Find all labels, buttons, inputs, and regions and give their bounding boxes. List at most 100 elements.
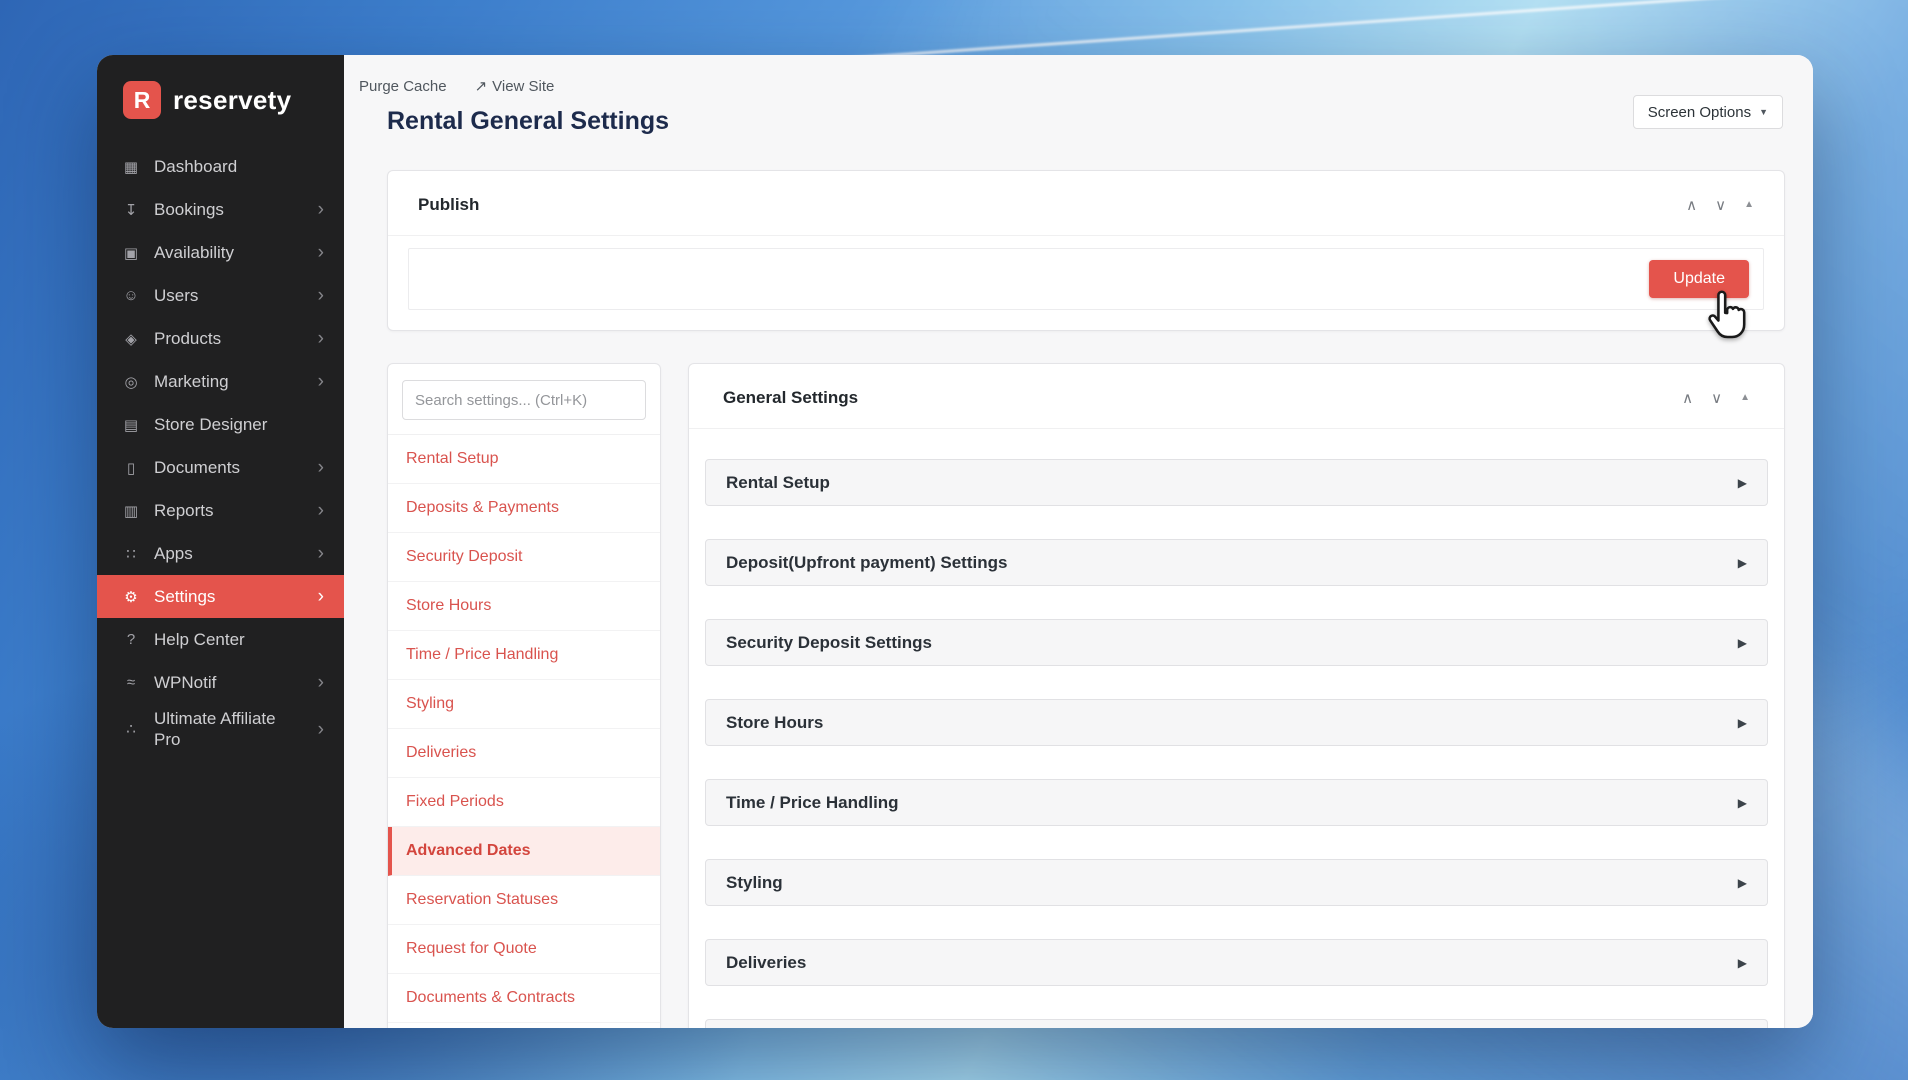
reservety-logo-icon: R (123, 81, 161, 119)
affiliate-icon: ∴ (121, 720, 141, 738)
settings-search-wrap (388, 364, 660, 434)
settings-nav-list: Rental Setup Deposits & Payments Securit… (388, 434, 660, 1023)
sidebar-item[interactable]: ∴ Ultimate Affiliate Pro › (97, 704, 344, 755)
settings-nav-item[interactable]: Request for Quote (388, 925, 660, 974)
sliders-icon: ⚙ (121, 588, 141, 606)
page-title: Rental General Settings (387, 107, 1813, 136)
admin-toolbar: Purge Cache ↗ View Site (359, 77, 1813, 95)
sidebar-item[interactable]: ⚙ Settings › (97, 575, 344, 618)
chevron-right-icon: › (318, 587, 324, 606)
sidebar-item[interactable]: ≈ WPNotif › (97, 661, 344, 704)
settings-nav-item[interactable]: Deposits & Payments (388, 484, 660, 533)
publish-action-row: Update (408, 248, 1764, 310)
accordion-row[interactable]: Deposit(Upfront payment) Settings ▶ (705, 539, 1768, 586)
help-icon: ? (121, 631, 141, 648)
chevron-right-icon: › (318, 372, 324, 391)
app-window: R reservety ▦ Dashboard › ↧ Bookings › ▣ (97, 55, 1813, 1028)
expand-arrow-icon: ▶ (1738, 716, 1747, 730)
sidebar-item[interactable]: ▦ Dashboard › (97, 145, 344, 188)
general-settings-header: General Settings ∧ ∨ ▲ (689, 364, 1784, 429)
chevron-right-icon: › (318, 544, 324, 563)
settings-nav-item[interactable]: Store Hours (388, 582, 660, 631)
reservety-logo[interactable]: R reservety (123, 81, 344, 119)
accordion-list: Rental Setup ▶ Deposit(Upfront payment) … (689, 429, 1784, 986)
accordion-row[interactable]: Time / Price Handling ▶ (705, 779, 1768, 826)
purge-cache-link[interactable]: Purge Cache (359, 77, 447, 95)
general-settings-panel: General Settings ∧ ∨ ▲ Rental Setup ▶ (688, 363, 1785, 1028)
collapse-panel-icon[interactable]: ▲ (1740, 393, 1750, 403)
move-down-icon[interactable]: ∨ (1711, 391, 1722, 406)
mouse-cursor-hand (1698, 288, 1754, 344)
settings-nav-panel: Rental Setup Deposits & Payments Securit… (387, 363, 661, 1028)
expand-arrow-icon: ▶ (1738, 956, 1747, 970)
accordion-row[interactable]: Styling ▶ (705, 859, 1768, 906)
settings-nav-item[interactable]: Documents & Contracts (388, 974, 660, 1023)
reports-icon: ▥ (121, 502, 141, 520)
chevron-right-icon: › (318, 501, 324, 520)
expand-arrow-icon: ▶ (1738, 796, 1747, 810)
sidebar-item[interactable]: ↧ Bookings › (97, 188, 344, 231)
move-up-icon[interactable]: ∧ (1682, 391, 1693, 406)
accordion-row-partial[interactable] (705, 1019, 1768, 1028)
apps-icon: ∷ (121, 545, 141, 563)
products-icon: ◈ (121, 330, 141, 348)
settings-nav-item[interactable]: Time / Price Handling (388, 631, 660, 680)
chevron-right-icon: › (318, 720, 324, 739)
publish-panel: Publish ∧ ∨ ▲ Update (387, 170, 1785, 331)
sidebar-item[interactable]: ∷ Apps › (97, 532, 344, 575)
documents-icon: ▯ (121, 459, 141, 477)
publish-panel-body: Update (388, 236, 1784, 330)
expand-arrow-icon: ▶ (1738, 876, 1747, 890)
settings-nav-item[interactable]: Deliveries (388, 729, 660, 778)
settings-nav-item[interactable]: Styling (388, 680, 660, 729)
sidebar-item[interactable]: ◎ Marketing › (97, 360, 344, 403)
settings-nav-item[interactable]: Reservation Statuses (388, 876, 660, 925)
accordion-row[interactable]: Deliveries ▶ (705, 939, 1768, 986)
chevron-right-icon: › (318, 200, 324, 219)
user-icon: ☺ (121, 287, 141, 304)
sidebar-item[interactable]: ☺ Users › (97, 274, 344, 317)
sidebar-item[interactable]: ▤ Store Designer › (97, 403, 344, 446)
sidebar: R reservety ▦ Dashboard › ↧ Bookings › ▣ (97, 55, 344, 1028)
panel-controls: ∧ ∨ ▲ (1686, 198, 1754, 213)
general-settings-title: General Settings (723, 388, 858, 408)
settings-nav-item[interactable]: Security Deposit (388, 533, 660, 582)
sidebar-item[interactable]: ▥ Reports › (97, 489, 344, 532)
settings-nav-item[interactable]: Rental Setup (388, 435, 660, 484)
accordion-row[interactable]: Rental Setup ▶ (705, 459, 1768, 506)
screen-options-button[interactable]: Screen Options ▼ (1633, 95, 1783, 129)
reservety-logo-text: reservety (173, 85, 291, 116)
collapse-panel-icon[interactable]: ▲ (1744, 200, 1754, 210)
settings-nav-item[interactable]: Fixed Periods (388, 778, 660, 827)
settings-search-input[interactable] (402, 380, 646, 420)
move-up-icon[interactable]: ∧ (1686, 198, 1697, 213)
accordion-row[interactable]: Security Deposit Settings ▶ (705, 619, 1768, 666)
store-designer-icon: ▤ (121, 416, 141, 434)
sidebar-menu: ▦ Dashboard › ↧ Bookings › ▣ Availabilit… (97, 145, 344, 755)
accordion-row[interactable]: Store Hours ▶ (705, 699, 1768, 746)
settings-columns: Rental Setup Deposits & Payments Securit… (387, 363, 1785, 1028)
publish-panel-title: Publish (418, 195, 479, 215)
settings-nav-item[interactable]: Advanced Dates (388, 827, 660, 876)
expand-arrow-icon: ▶ (1738, 476, 1747, 490)
chevron-right-icon: › (318, 286, 324, 305)
main-content: Purge Cache ↗ View Site Screen Options ▼… (344, 55, 1813, 1028)
panel-controls: ∧ ∨ ▲ (1682, 391, 1750, 406)
view-site-link[interactable]: ↗ View Site (475, 77, 555, 95)
sidebar-item[interactable]: ? Help Center › (97, 618, 344, 661)
bookings-icon: ↧ (121, 201, 141, 219)
chevron-right-icon: › (318, 673, 324, 692)
chevron-right-icon: › (318, 243, 324, 262)
sidebar-item[interactable]: ◈ Products › (97, 317, 344, 360)
external-link-icon: ↗ (475, 77, 488, 95)
chevron-right-icon: › (318, 458, 324, 477)
publish-panel-header: Publish ∧ ∨ ▲ (388, 171, 1784, 236)
wpnotif-icon: ≈ (121, 674, 141, 691)
calendar-icon: ▣ (121, 244, 141, 262)
sidebar-item[interactable]: ▯ Documents › (97, 446, 344, 489)
marketing-icon: ◎ (121, 373, 141, 391)
move-down-icon[interactable]: ∨ (1715, 198, 1726, 213)
chevron-right-icon: › (318, 329, 324, 348)
sidebar-item[interactable]: ▣ Availability › (97, 231, 344, 274)
expand-arrow-icon: ▶ (1738, 556, 1747, 570)
